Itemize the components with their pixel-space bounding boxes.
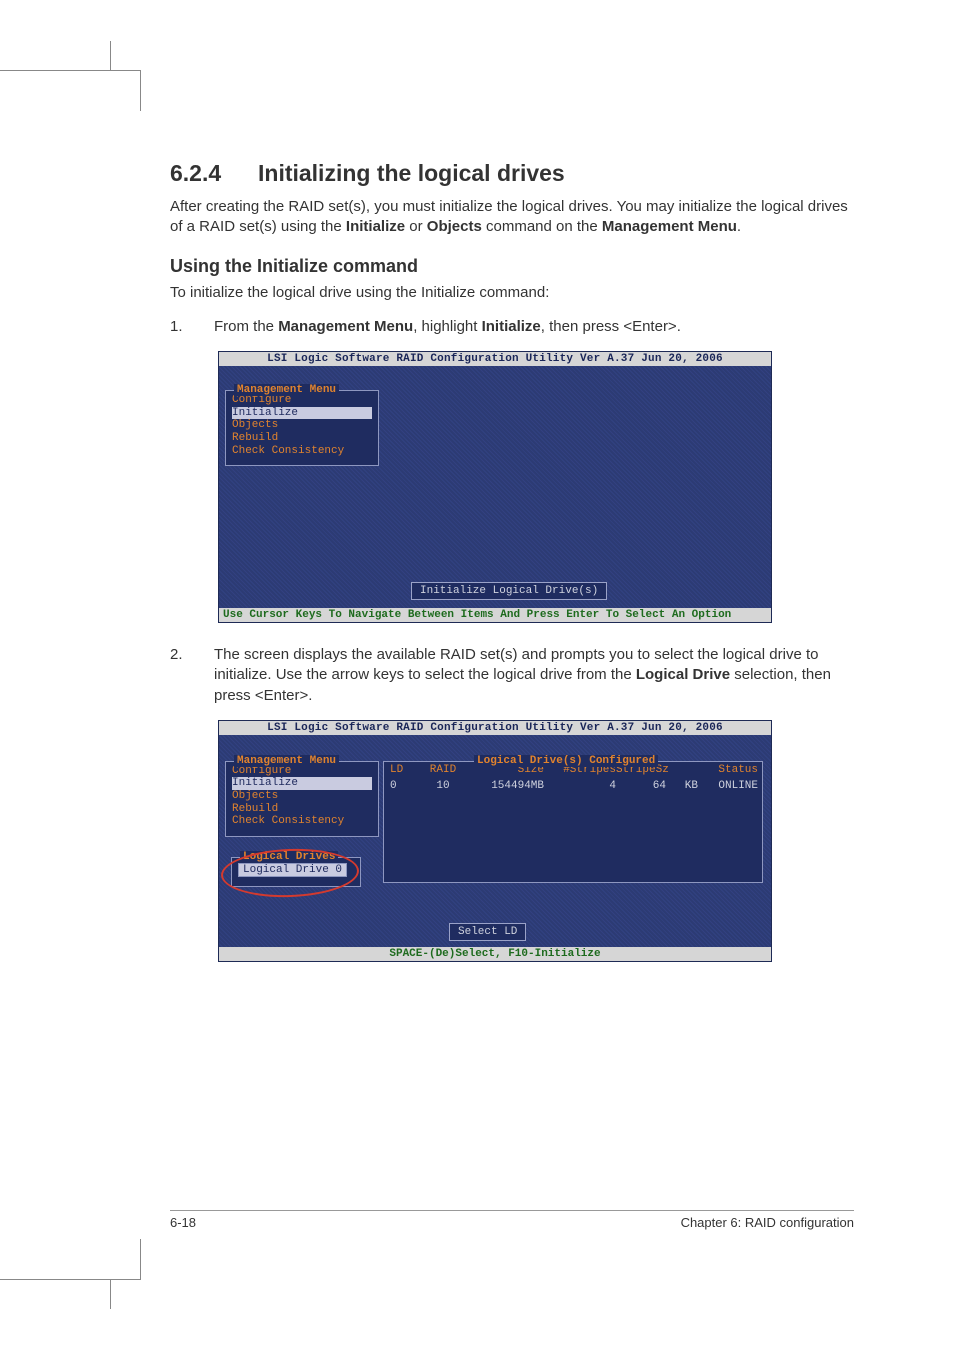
table-row[interactable]: 0 10 154494MB 4 64 KB ONLINE — [384, 778, 762, 794]
td-raid: 10 — [420, 780, 466, 792]
step-text-fragment: , highlight — [413, 318, 481, 335]
chapter-label: Chapter 6: RAID configuration — [681, 1215, 854, 1230]
logical-drives-panel: Logical Drives Logical Drive 0 — [231, 857, 361, 887]
td-status: ONLINE — [698, 780, 758, 792]
intro-bold-initialize: Initialize — [346, 218, 405, 235]
th-ld: LD — [390, 764, 420, 776]
step-text-fragment: , then press <Enter>. — [541, 318, 681, 335]
subsection-heading: Using the Initialize command — [170, 256, 854, 277]
bios-footer: Use Cursor Keys To Navigate Between Item… — [219, 608, 771, 622]
select-ld-button[interactable]: Select LD — [449, 923, 526, 941]
logical-drive-0[interactable]: Logical Drive 0 — [238, 863, 347, 878]
bios-body: Management Menu Configure Initialize Obj… — [219, 366, 771, 608]
menu-item-check-consistency[interactable]: Check Consistency — [232, 815, 372, 828]
step-bold-initialize: Initialize — [482, 318, 541, 335]
step-number: 2. — [170, 645, 186, 706]
management-menu-title: Management Menu — [234, 755, 339, 767]
step-text: The screen displays the available RAID s… — [214, 645, 854, 706]
td-unit: KB — [666, 780, 698, 792]
step-2: 2. The screen displays the available RAI… — [170, 645, 854, 706]
logical-drives-configured-panel: Logical Drive(s) Configured LD RAID Size… — [383, 761, 763, 883]
management-menu-title: Management Menu — [234, 384, 339, 396]
page-footer: 6-18 Chapter 6: RAID configuration — [170, 1210, 854, 1230]
intro-text: command on the — [482, 218, 602, 235]
th-status: Status — [698, 764, 758, 776]
td-size: 154494MB — [466, 780, 544, 792]
menu-item-objects[interactable]: Objects — [232, 790, 372, 803]
screenshot-2: LSI Logic Software RAID Configuration Ut… — [218, 720, 772, 962]
th-raid: RAID — [420, 764, 466, 776]
th-blank — [666, 764, 698, 776]
intro-bold-objects: Objects — [427, 218, 482, 235]
screenshot-1: LSI Logic Software RAID Configuration Ut… — [218, 351, 772, 623]
intro-text: . — [737, 218, 741, 235]
page-number: 6-18 — [170, 1215, 196, 1230]
management-menu-panel: Management Menu Configure Initialize Obj… — [225, 761, 379, 837]
step-text: From the Management Menu, highlight Init… — [214, 317, 854, 337]
step-number: 1. — [170, 317, 186, 337]
crop-mark-top — [0, 70, 141, 111]
table-title: Logical Drive(s) Configured — [474, 755, 658, 767]
td-stripes: 4 — [544, 780, 616, 792]
td-ld: 0 — [390, 780, 420, 792]
menu-item-check-consistency[interactable]: Check Consistency — [232, 445, 372, 458]
menu-item-rebuild[interactable]: Rebuild — [232, 432, 372, 445]
logical-drives-title: Logical Drives — [240, 851, 338, 863]
subsection-lead: To initialize the logical drive using th… — [170, 283, 854, 303]
step-bold-logical-drive: Logical Drive — [636, 666, 730, 683]
bios-footer: SPACE-(De)Select, F10-Initialize — [219, 947, 771, 961]
intro-paragraph: After creating the RAID set(s), you must… — [170, 197, 854, 238]
bios-titlebar: LSI Logic Software RAID Configuration Ut… — [219, 721, 771, 735]
crop-mark-bottom — [0, 1239, 141, 1280]
menu-item-objects[interactable]: Objects — [232, 419, 372, 432]
step-bold-management-menu: Management Menu — [278, 318, 413, 335]
menu-item-rebuild[interactable]: Rebuild — [232, 803, 372, 816]
section-number: 6.2.4 — [170, 160, 258, 187]
step-1: 1. From the Management Menu, highlight I… — [170, 317, 854, 337]
td-stripesz: 64 — [616, 780, 666, 792]
intro-text: or — [405, 218, 427, 235]
initialize-logical-drives-button[interactable]: Initialize Logical Drive(s) — [411, 582, 607, 600]
management-menu-panel: Management Menu Configure Initialize Obj… — [225, 390, 379, 466]
bios-body: Management Menu Configure Initialize Obj… — [219, 735, 771, 947]
section-title: Initializing the logical drives — [258, 160, 565, 186]
bios-titlebar: LSI Logic Software RAID Configuration Ut… — [219, 352, 771, 366]
menu-item-initialize[interactable]: Initialize — [232, 407, 372, 420]
intro-bold-management-menu: Management Menu — [602, 218, 737, 235]
section-heading: 6.2.4Initializing the logical drives — [170, 160, 854, 187]
menu-item-initialize[interactable]: Initialize — [232, 777, 372, 790]
step-text-fragment: From the — [214, 318, 278, 335]
